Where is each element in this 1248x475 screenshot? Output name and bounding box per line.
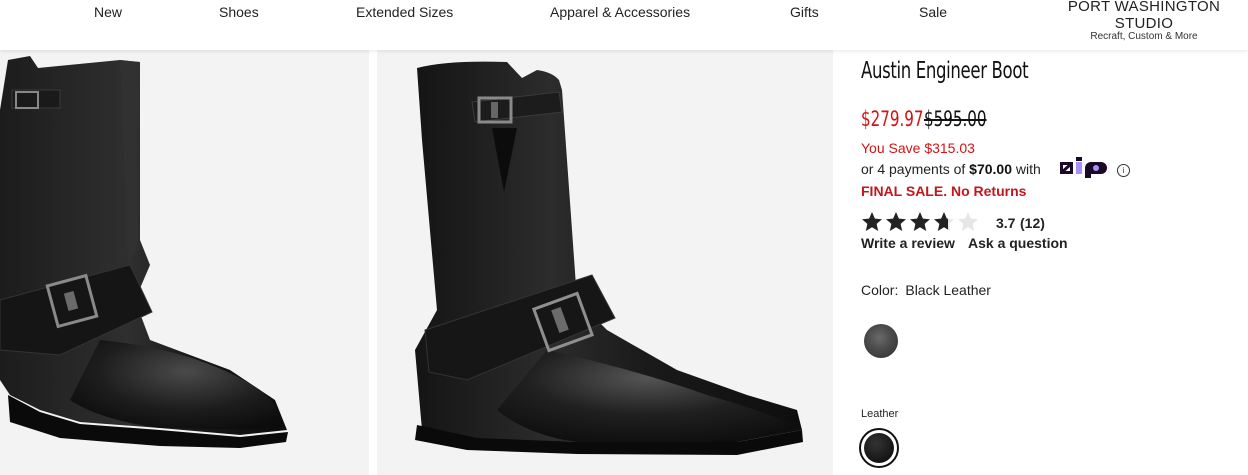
top-navigation: New Shoes Extended Sizes Apparel & Acces… xyxy=(0,0,1248,50)
port-washington-studio-link[interactable]: PORT WASHINGTON STUDIO Recraft, Custom &… xyxy=(1040,0,1248,42)
nav-item-apparel-accessories[interactable]: Apparel & Accessories xyxy=(550,4,690,20)
material-swatch-leather[interactable] xyxy=(859,428,899,468)
boot-angle-image xyxy=(415,61,803,455)
nav-item-shoes[interactable]: Shoes xyxy=(219,4,259,20)
rating-value: 3.7 xyxy=(996,215,1016,231)
star-icon xyxy=(934,212,954,231)
payments-amount: $70.00 xyxy=(969,161,1012,177)
star-icon xyxy=(862,212,882,231)
boot-side-image xyxy=(0,56,288,448)
nav-item-sale[interactable]: Sale xyxy=(919,4,947,20)
original-price: $595.00 xyxy=(924,107,987,131)
rating-stars[interactable] xyxy=(861,210,981,234)
write-review-link[interactable]: Write a review xyxy=(861,235,955,251)
star-icon xyxy=(958,212,978,231)
payments-suffix: with xyxy=(1012,161,1041,177)
brand-subtitle: Recraft, Custom & More xyxy=(1090,31,1198,42)
nav-item-extended-sizes[interactable]: Extended Sizes xyxy=(356,4,453,20)
you-save-text: You Save $315.03 xyxy=(861,140,975,156)
star-icon xyxy=(910,212,930,231)
color-swatch-black-leather[interactable] xyxy=(864,324,898,358)
material-swatch-fill xyxy=(864,433,894,463)
material-label: Leather xyxy=(861,408,899,420)
product-image-side[interactable] xyxy=(0,50,369,475)
color-label: Color: xyxy=(861,282,899,298)
nav-item-new[interactable]: New xyxy=(94,4,122,20)
nav-item-gifts[interactable]: Gifts xyxy=(790,4,819,20)
final-sale-notice: FINAL SALE. No Returns xyxy=(861,183,1027,199)
rating-count[interactable]: (12) xyxy=(1020,215,1045,231)
info-icon[interactable]: i xyxy=(1117,164,1130,177)
product-title: Austin Engineer Boot xyxy=(861,58,1029,84)
color-value: Black Leather xyxy=(905,282,991,298)
product-image-angle[interactable] xyxy=(377,50,833,475)
brand-title: PORT WASHINGTON STUDIO xyxy=(1067,0,1221,32)
sale-price: $279.97 xyxy=(861,107,924,131)
installment-payments: or 4 payments of $70.00 with xyxy=(861,161,1041,177)
color-selection-label: Color: Black Leather xyxy=(861,282,991,298)
star-icon xyxy=(886,212,906,231)
payments-prefix: or 4 payments of xyxy=(861,161,970,177)
ask-question-link[interactable]: Ask a question xyxy=(968,235,1068,251)
zip-logo-icon[interactable]: zip xyxy=(1059,156,1109,178)
